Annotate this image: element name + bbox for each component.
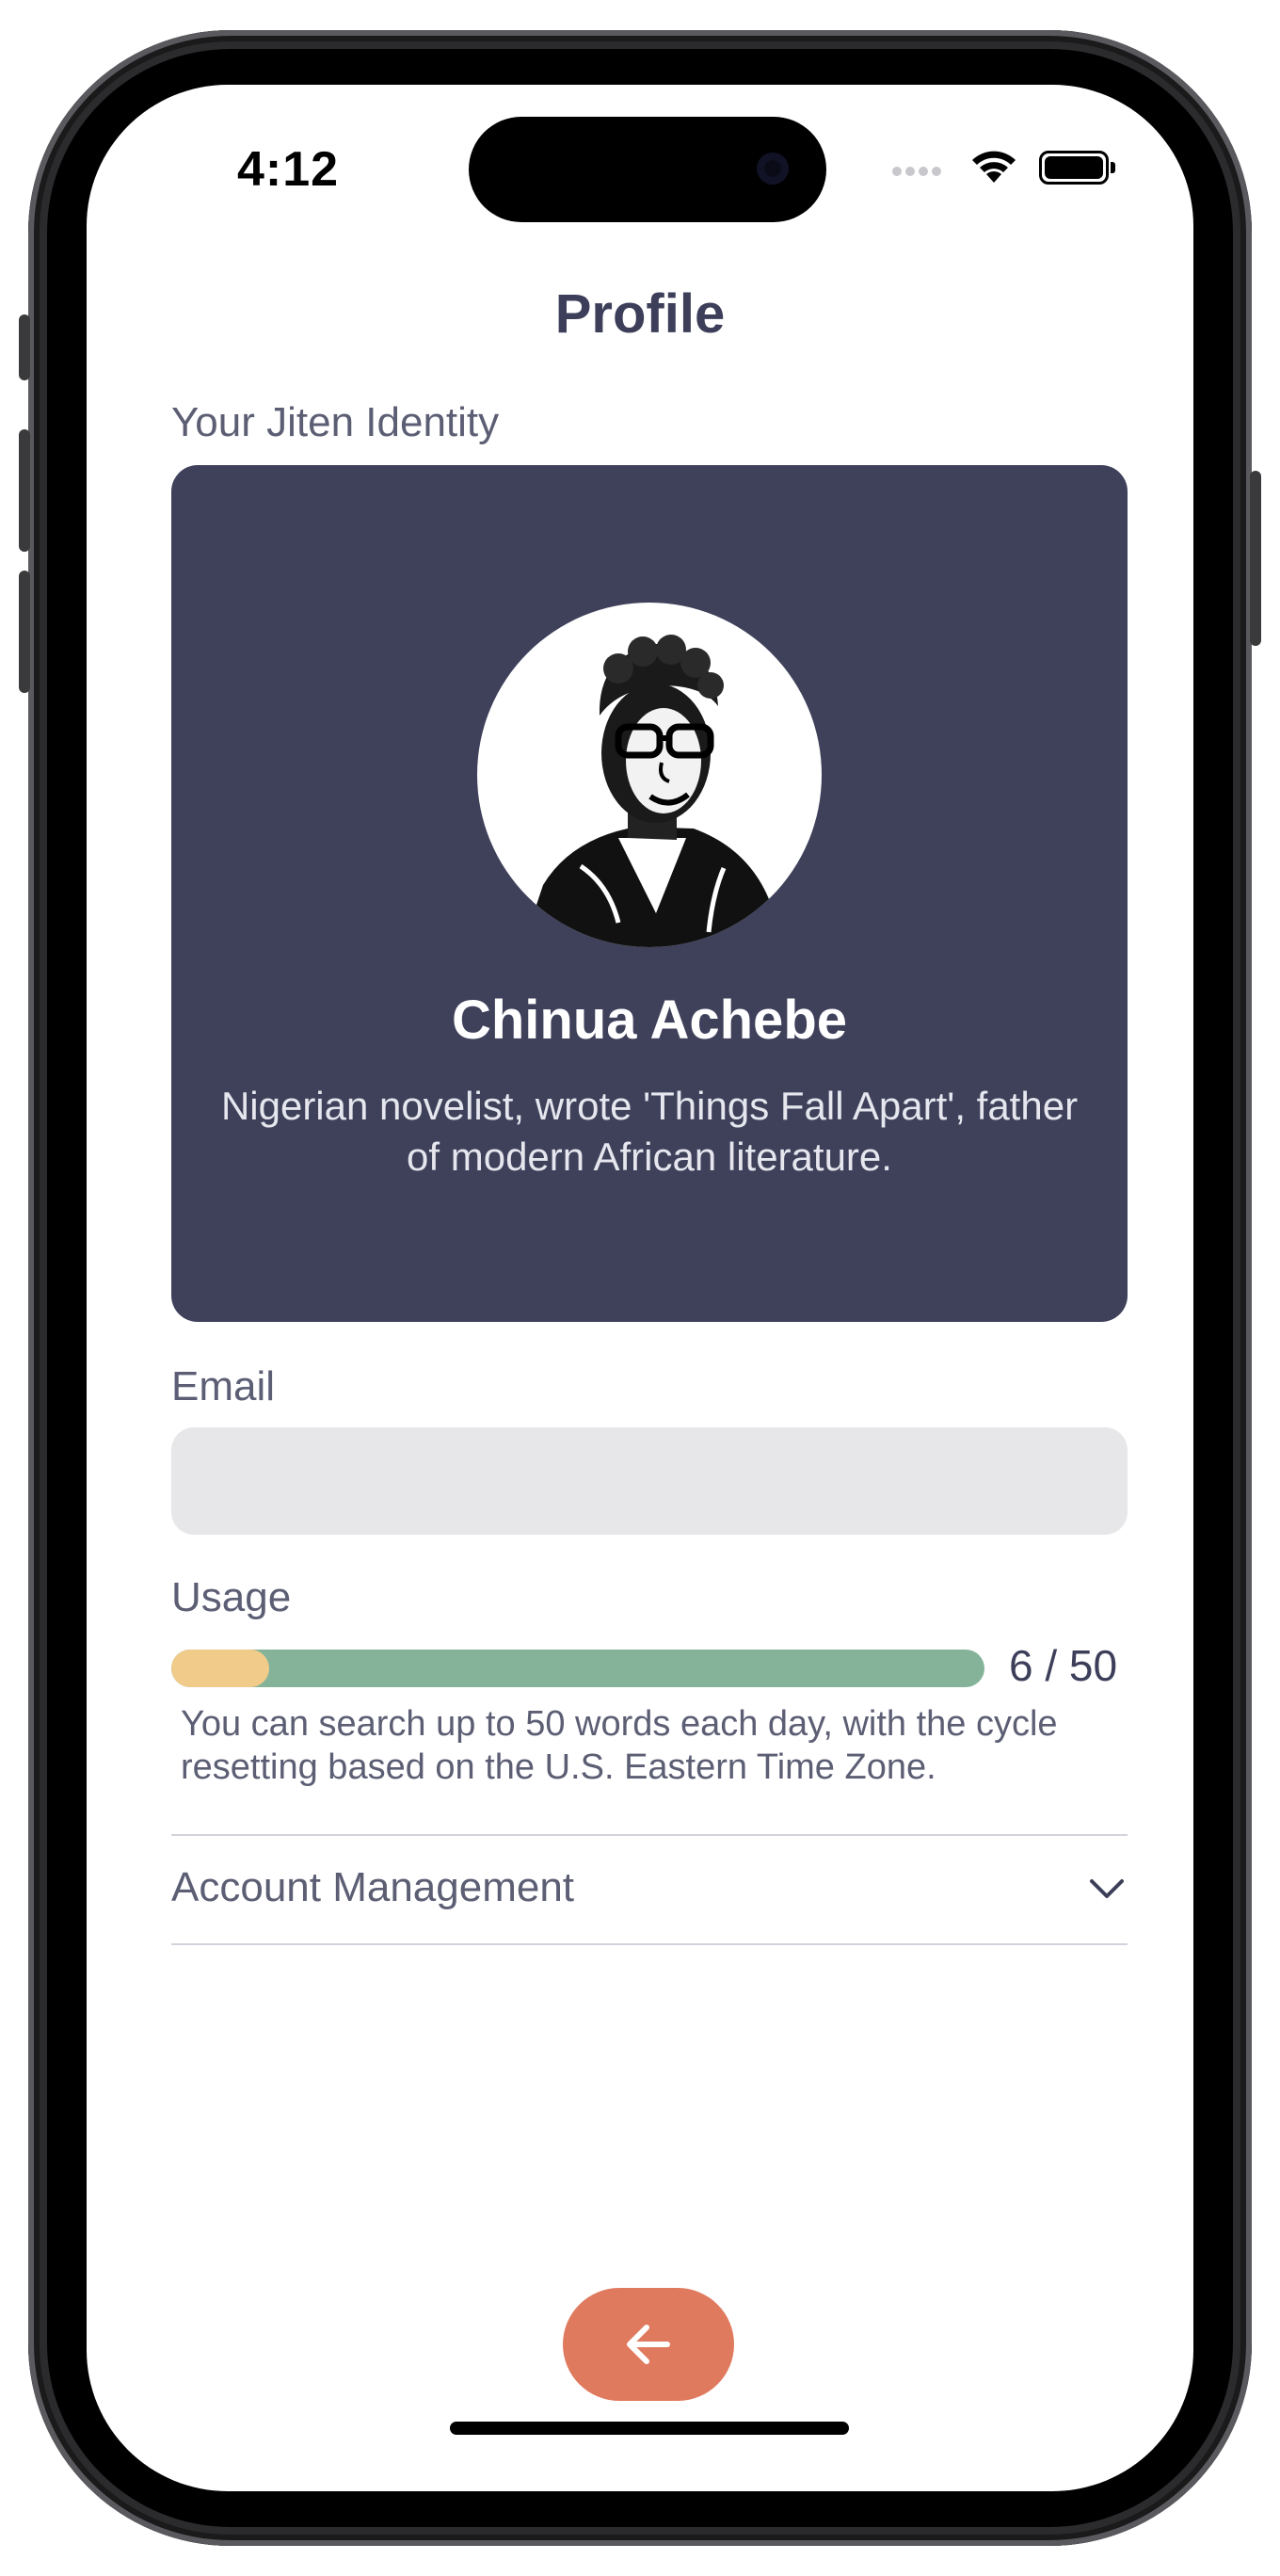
- email-field[interactable]: [171, 1427, 1128, 1535]
- battery-icon: [1039, 151, 1115, 185]
- volume-up-button: [19, 429, 30, 552]
- page-title: Profile: [554, 283, 726, 345]
- usage-label: Usage: [171, 1574, 292, 1620]
- divider-bottom: [171, 1943, 1128, 1945]
- chevron-down-icon: [1090, 1879, 1124, 1898]
- back-button[interactable]: [563, 2288, 734, 2401]
- status-time: 4:12: [237, 142, 340, 197]
- wifi-icon: [972, 151, 1016, 183]
- portrait-illustration-icon: [522, 635, 778, 947]
- account-management-label: Account Management: [171, 1864, 575, 1910]
- action-button: [19, 314, 30, 380]
- arrow-left-icon: [627, 2325, 670, 2364]
- identity-description: Nigerian novelist, wrote 'Things Fall Ap…: [220, 1084, 1079, 1179]
- avatar: [477, 603, 822, 947]
- home-indicator: [450, 2422, 849, 2435]
- identity-name: Chinua Achebe: [451, 990, 848, 1051]
- cellular-signal-icon: [892, 164, 945, 181]
- identity-card: Chinua Achebe Nigerian novelist, wrote '…: [171, 465, 1128, 1322]
- usage-count: 6 / 50: [1009, 1641, 1118, 1690]
- volume-down-button: [19, 571, 30, 693]
- dynamic-island: [469, 117, 826, 222]
- camera-icon: [757, 153, 789, 185]
- power-button: [1250, 471, 1261, 646]
- usage-progress-fill: [171, 1650, 269, 1687]
- app-screen: 4:12 Profile Your Jiten Identity Chinua …: [87, 85, 1193, 2491]
- identity-section-label: Your Jiten Identity: [171, 399, 500, 445]
- usage-note: You can search up to 50 words each day, …: [181, 1704, 1058, 1787]
- usage-progress-bar: [171, 1650, 984, 1687]
- email-label: Email: [171, 1363, 276, 1409]
- account-management-toggle[interactable]: Account Management: [171, 1836, 1128, 1943]
